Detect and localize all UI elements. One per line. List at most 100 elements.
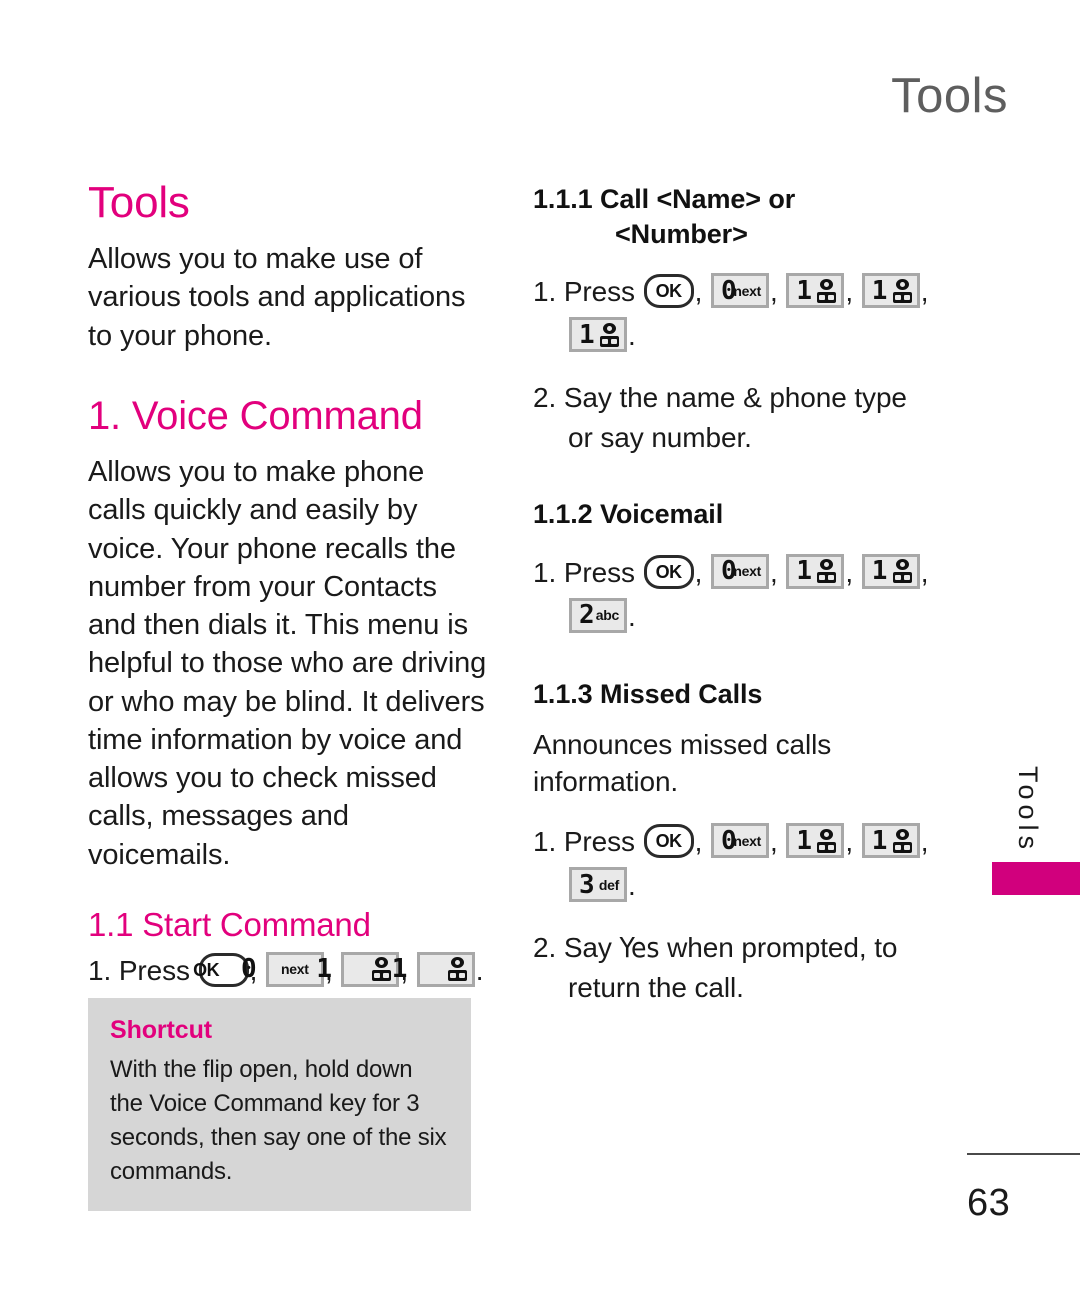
key-digit: 1	[796, 556, 812, 587]
voicemail-icon	[892, 278, 912, 303]
key-1-voicemail-icon: 1	[569, 317, 627, 353]
step-terminator: .	[628, 870, 636, 902]
heading-line-1: 1.1.1 Call <Name> or	[533, 184, 795, 214]
subsection-heading-start-command: 1.1 Start Command	[88, 905, 371, 943]
key-1-voicemail-icon: 1	[316, 951, 400, 987]
shortcut-callout-box: Shortcut With the flip open, hold down t…	[88, 998, 471, 1212]
key-1-voicemail-icon: 1	[786, 273, 845, 309]
start-command-step-1: 1. Press OK , 0 next , 1 , 1 .	[88, 951, 488, 991]
side-tab-label: Tools	[1013, 766, 1043, 855]
voicemail-icon	[600, 322, 619, 347]
key-separator: ,	[920, 826, 929, 858]
key-sublabel: def	[598, 876, 619, 893]
call-name-step-2: 2. Say the name & phone type or say numb…	[533, 378, 953, 458]
left-column: Tools Allows you to make use of various …	[88, 178, 488, 996]
key-digit: 1	[871, 825, 888, 856]
key-separator: ,	[769, 556, 778, 588]
key-digit: 1	[871, 556, 888, 587]
key-digit: 1	[579, 319, 595, 350]
side-tab-color-bar	[992, 862, 1080, 895]
section-body-paragraph: Allows you to make phone calls quickly a…	[88, 455, 487, 871]
voicemail-icon	[892, 559, 912, 584]
ok-key-label: OK	[655, 281, 683, 302]
key-separator: ,	[694, 826, 703, 858]
chapter-intro-paragraph: Allows you to make use of various tools …	[88, 243, 466, 352]
missed-calls-step-2: 2. Say Yes when prompted, to return the …	[533, 928, 953, 1008]
key-1-voicemail-icon: 1	[861, 273, 920, 309]
key-separator: ,	[845, 276, 854, 308]
ok-key-label: OK	[655, 561, 683, 582]
ok-key-label: OK	[193, 959, 220, 980]
key-separator: ,	[769, 276, 778, 308]
key-1-voicemail-icon: 1	[786, 823, 845, 859]
ok-key-icon: OK	[643, 274, 694, 309]
missed-calls-description: Announces missed calls information.	[533, 729, 832, 798]
step-emphasis-word: Yes	[619, 930, 660, 964]
footer-rule	[967, 1153, 1080, 1155]
key-digit: 1	[796, 825, 812, 856]
voicemail-icon	[892, 828, 912, 853]
heading-text: Call <Name> or	[599, 184, 796, 214]
ok-key-icon: OK	[643, 824, 694, 859]
key-0-next-icon: 0 next	[241, 951, 324, 987]
page-number: 63	[967, 1182, 1011, 1224]
missed-calls-step-1: 1. Press OK , 0 next , 1 , 1 , 3 def .	[533, 817, 953, 906]
voicemail-step-1: 1. Press OK , 0 next , 1 , 1 , 2 abc .	[533, 548, 953, 637]
key-separator: ,	[920, 276, 929, 308]
step-line-1: 2. Say the name & phone type	[533, 381, 907, 413]
key-1-voicemail-icon: 1	[861, 553, 920, 589]
key-digit: 1	[796, 275, 812, 306]
key-0-next-icon: 0 next	[710, 553, 769, 589]
step-text-after: when prompted, to	[667, 931, 898, 963]
key-separator: ,	[694, 556, 703, 588]
step-terminator: .	[628, 600, 636, 632]
voicemail-icon	[817, 828, 837, 853]
key-sublabel: next	[733, 563, 761, 580]
subsubsection-heading-call-name-or-number: 1.1.1 Call <Name> or <Number>	[533, 182, 953, 251]
key-sublabel: next	[733, 832, 761, 849]
step-terminator: .	[475, 954, 484, 986]
subsubsection-heading-voicemail: 1.1.2 Voicemail	[533, 499, 724, 530]
shortcut-title: Shortcut	[110, 1016, 212, 1044]
key-separator: ,	[845, 826, 854, 858]
step-prefix: 1. Press	[88, 954, 190, 986]
side-tab: Tools	[1000, 766, 1080, 926]
call-name-step-1: 1. Press OK , 0 next , 1 , 1 , 1 .	[533, 267, 953, 356]
key-1-voicemail-icon: 1	[786, 553, 845, 589]
heading-line-2: <Number>	[615, 218, 748, 249]
key-sublabel: abc	[595, 607, 620, 624]
shortcut-body: With the flip open, hold down the Voice …	[110, 1056, 447, 1186]
key-digit: 1	[871, 275, 888, 306]
step-line-2: return the call.	[568, 971, 744, 1003]
key-sublabel: next	[733, 282, 761, 299]
key-2-abc-icon: 2 abc	[569, 597, 627, 633]
ok-key-icon: OK	[643, 554, 694, 589]
key-digit: 3	[579, 869, 595, 900]
key-digit: 2	[579, 600, 595, 631]
key-separator: ,	[769, 826, 778, 858]
key-separator: ,	[694, 276, 703, 308]
key-1-voicemail-icon: 1	[392, 951, 475, 987]
ok-key-label: OK	[655, 831, 683, 852]
voicemail-icon	[372, 957, 392, 982]
heading-number: 1.1.1	[533, 184, 593, 214]
key-3-def-icon: 3 def	[569, 867, 627, 903]
step-prefix: 1. Press	[533, 556, 635, 588]
step-line-2: or say number.	[568, 421, 752, 453]
voicemail-icon	[817, 278, 837, 303]
step-prefix: 1. Press	[533, 276, 635, 308]
right-column: 1.1.1 Call <Name> or <Number> 1. Press O…	[533, 182, 953, 1013]
voicemail-icon	[817, 559, 837, 584]
step-prefix: 1. Press	[533, 826, 635, 858]
key-separator: ,	[920, 556, 929, 588]
step-text-before: 2. Say	[533, 931, 612, 963]
key-0-next-icon: 0 next	[710, 823, 769, 859]
key-separator: ,	[845, 556, 854, 588]
key-0-next-icon: 0 next	[710, 273, 769, 309]
step-terminator: .	[628, 320, 636, 352]
page-title: Tools	[88, 178, 190, 227]
key-1-voicemail-icon: 1	[861, 823, 920, 859]
voicemail-icon	[447, 957, 467, 982]
subsubsection-heading-missed-calls: 1.1.3 Missed Calls	[533, 678, 763, 709]
running-header: Tools	[891, 69, 1008, 123]
